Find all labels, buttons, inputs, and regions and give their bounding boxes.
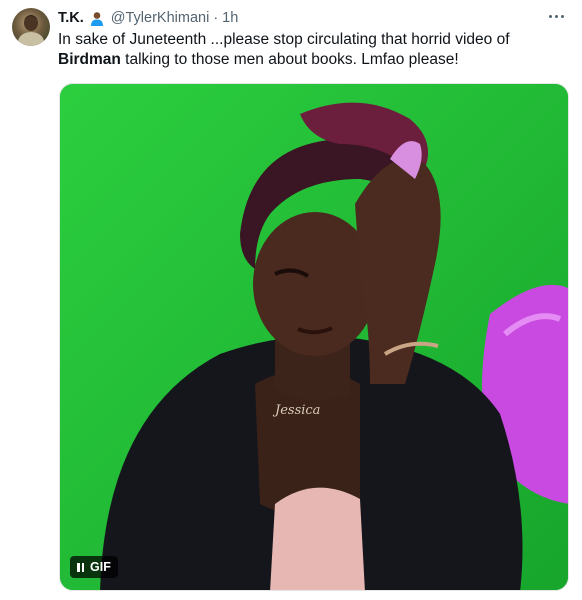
gif-play-pause-control[interactable]: GIF: [70, 556, 118, 578]
user-handle[interactable]: @TylerKhimani: [111, 10, 210, 26]
separator-dot: ·: [213, 10, 219, 26]
tweet-text-start: In sake of Juneteenth ...please stop cir…: [58, 31, 510, 48]
tweet-timestamp[interactable]: 1h: [222, 10, 238, 26]
user-avatar[interactable]: [12, 8, 50, 46]
pause-icon: [77, 562, 84, 572]
svg-text:Jessica: Jessica: [272, 403, 320, 418]
tweet-text: In sake of Juneteenth ...please stop cir…: [58, 30, 570, 70]
person-emoji-icon: [89, 10, 105, 26]
gif-media[interactable]: Jessica GIF: [59, 83, 569, 591]
tweet-text-end: talking to those men about books. Lmfao …: [120, 51, 459, 68]
more-options-button[interactable]: [544, 6, 568, 26]
tweet-card[interactable]: T.K. @TylerKhimani · 1h In sake of Junet…: [0, 0, 582, 600]
more-horizontal-icon: [547, 14, 565, 18]
tweet-text-bold: Birdman: [58, 51, 121, 68]
gif-frame-image: Jessica: [60, 84, 568, 590]
display-name[interactable]: T.K.: [58, 10, 84, 26]
tweet-header: T.K. @TylerKhimani · 1h: [58, 8, 238, 28]
gif-badge-label: GIF: [90, 560, 111, 574]
